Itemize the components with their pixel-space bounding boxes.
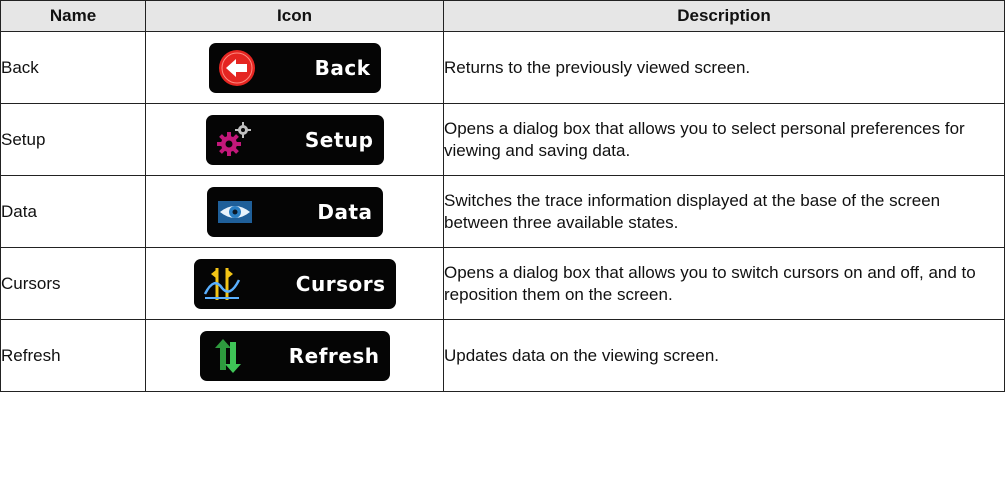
- row-name: Back: [0, 31, 146, 104]
- icon-cell: Back: [145, 31, 444, 104]
- eye-icon: [215, 192, 255, 232]
- row-description: Opens a dialog box that allows you to sw…: [443, 247, 1005, 320]
- icon-cell: Refresh: [145, 319, 444, 392]
- row-name: Cursors: [0, 247, 146, 320]
- back-button-label: Back: [314, 55, 371, 80]
- cursors-icon: [202, 264, 242, 304]
- row-description: Opens a dialog box that allows you to se…: [443, 103, 1005, 176]
- table-row: Cursors Cursors Opens a dialog box that …: [0, 247, 1005, 320]
- icon-cell: Cursors: [145, 247, 444, 320]
- header-icon: Icon: [145, 0, 444, 32]
- row-name: Refresh: [0, 319, 146, 392]
- row-description: Returns to the previously viewed screen.: [443, 31, 1005, 104]
- table-row: Back Back Returns to the previously view…: [0, 31, 1005, 104]
- table-row: Refresh Refresh Updates data on the view…: [0, 319, 1005, 392]
- header-name: Name: [0, 0, 146, 32]
- gears-icon: [214, 120, 254, 160]
- table-row: Data Data Switches the trace information…: [0, 175, 1005, 248]
- row-description: Updates data on the viewing screen.: [443, 319, 1005, 392]
- icon-reference-table: Name Icon Description Back Back Returns …: [0, 0, 1005, 392]
- setup-button-label: Setup: [304, 127, 374, 152]
- icon-cell: Setup: [145, 103, 444, 176]
- row-description: Switches the trace information displayed…: [443, 175, 1005, 248]
- refresh-arrows-icon: [208, 336, 248, 376]
- table-row: Setup Setup Opens a dialog box that allo…: [0, 103, 1005, 176]
- back-arrow-icon: [217, 48, 257, 88]
- row-name: Data: [0, 175, 146, 248]
- refresh-button[interactable]: Refresh: [199, 330, 390, 381]
- icon-cell: Data: [145, 175, 444, 248]
- cursors-button-label: Cursors: [295, 271, 386, 296]
- back-button[interactable]: Back: [208, 42, 381, 93]
- header-row: Name Icon Description: [0, 0, 1005, 32]
- cursors-button[interactable]: Cursors: [193, 258, 396, 309]
- row-name: Setup: [0, 103, 146, 176]
- data-button-label: Data: [317, 199, 373, 224]
- header-description: Description: [443, 0, 1005, 32]
- setup-button[interactable]: Setup: [205, 114, 384, 165]
- data-button[interactable]: Data: [206, 186, 383, 237]
- refresh-button-label: Refresh: [288, 343, 380, 368]
